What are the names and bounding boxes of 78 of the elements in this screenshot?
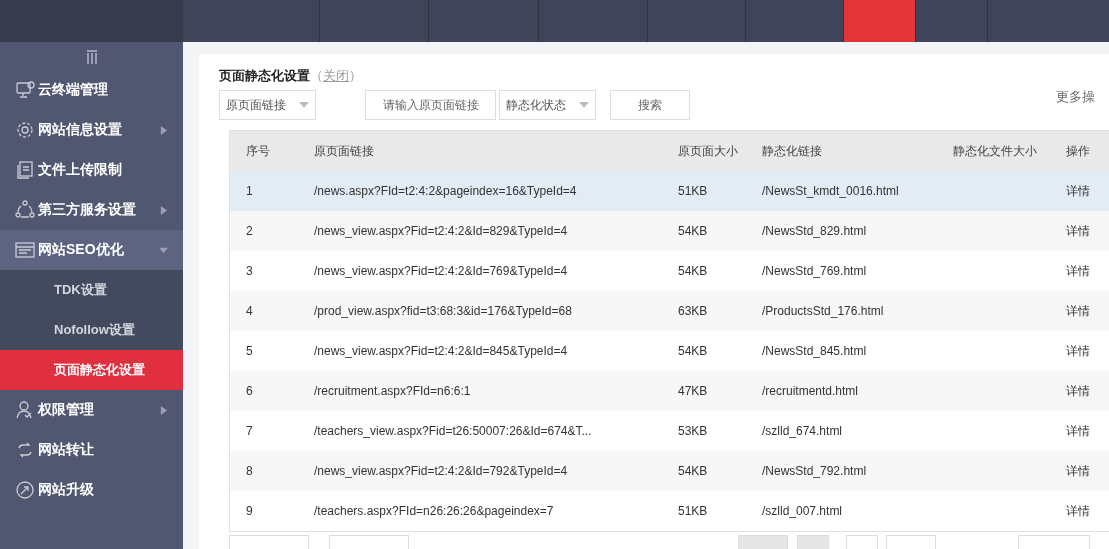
table-cell-text: /prod_view.aspx?fid=t3:68:3&id=176&TypeId=68 — [313, 304, 573, 318]
sidebar-subitem[interactable]: TDK设置 — [0, 270, 183, 310]
sidebar-item[interactable]: 文件上传限制 — [0, 150, 183, 190]
table-cell-text: /teachers.aspx?FId=n26:26:26&pageindex=7 — [313, 504, 555, 518]
table-cell-text: 54KB — [677, 344, 709, 358]
table-cell-text: /news_view.aspx?Fid=t2:4:2&Id=845&TypeId=4 — [313, 344, 569, 358]
details-link[interactable]: 详情 — [1050, 462, 1109, 480]
table-row[interactable]: 2 /news_view.aspx?Fid=t2:4:2&Id=829&TypeId=4 54KB /NewsStd_829.html 详情 — [230, 211, 1109, 251]
table-cell-text: 53KB — [677, 424, 709, 438]
details-link[interactable]: 详情 — [1050, 422, 1109, 440]
table-cell-text: 9 — [245, 504, 254, 518]
table-cell-text: 5 — [245, 344, 254, 358]
table-row[interactable]: 6 /recruitment.aspx?FId=n6:6:1 47KB /recruitmentd.html 详情 — [230, 371, 1109, 411]
table-cell-text: 8 — [245, 464, 254, 478]
table-cell-text: 63KB — [677, 304, 709, 318]
table-cell-text: /recruitment.aspx?FId=n6:6:1 — [313, 384, 472, 398]
details-link[interactable]: 详情 — [1050, 502, 1109, 520]
panel-title: 页面静态化设置 — [219, 67, 310, 85]
sidebar-item[interactable]: 权限管理 — [0, 390, 183, 430]
table-row[interactable]: 8 /news_view.aspx?Fid=t2:4:2&Id=792&TypeId=4 54KB /NewsStd_792.html 详情 — [230, 451, 1109, 491]
table-cell-text: /NewsStd_792.html — [761, 464, 868, 478]
table-cell-text: 51KB — [677, 504, 709, 518]
link-type-select[interactable]: 原页面链接 — [219, 90, 316, 120]
sidebar-item[interactable]: 云终端管理 — [0, 70, 183, 110]
column-header: 序号 — [245, 142, 271, 160]
table-cell-text: /news_view.aspx?Fid=t2:4:2&Id=792&TypeId=4 — [313, 464, 569, 478]
table-row[interactable]: 9 /teachers.aspx?FId=n26:26:26&pageindex=7 51KB /szlld_007.html 详情 — [230, 491, 1109, 531]
table-row[interactable]: 5 /news_view.aspx?Fid=t2:4:2&Id=845&TypeId=4 54KB /NewsStd_845.html 详情 — [230, 331, 1109, 371]
link-input-field[interactable]: 请输入原页面链接 — [365, 90, 496, 120]
table-cell-text: /NewsStd_769.html — [761, 264, 868, 278]
table-cell-text: 54KB — [677, 224, 709, 238]
table-cell-text: /szlld_007.html — [761, 504, 844, 518]
status-select[interactable]: 静态化状态 — [499, 90, 596, 120]
table-cell-text: /recruitmentd.html — [761, 384, 860, 398]
column-header: 原页面链接 — [313, 142, 375, 160]
search-button[interactable]: 搜索 — [610, 90, 690, 120]
table-cell-text: 54KB — [677, 464, 709, 478]
column-header: 原页面大小 — [677, 142, 739, 160]
sidebar-subitem[interactable]: Nofollow设置 — [0, 310, 183, 350]
table-cell-text: /szlld_674.html — [761, 424, 844, 438]
table-row[interactable]: 3 /news_view.aspx?Fid=t2:4:2&Id=769&TypeId=4 54KB /NewsStd_769.html 详情 — [230, 251, 1109, 291]
table-cell-text: 4 — [245, 304, 254, 318]
more-actions-link[interactable]: 更多操 — [1056, 88, 1095, 106]
table-row[interactable]: 4 /prod_view.aspx?fid=t3:68:3&id=176&TypeId=68 63KB /ProductsStd_176.html 详情 — [230, 291, 1109, 331]
table-cell-text: /NewsSt_kmdt_0016.html — [761, 184, 900, 198]
sidebar-item[interactable]: 网站转让 — [0, 430, 183, 470]
column-header: 操作 — [1065, 142, 1091, 160]
table-cell-text: 3 — [245, 264, 254, 278]
table-cell-text: /teachers_view.aspx?Fid=t26:50007:26&Id=674&T... — [313, 424, 593, 438]
table-cell-text: /NewsStd_829.html — [761, 224, 868, 238]
sidebar-item[interactable]: 网站升级 — [0, 470, 183, 510]
parenthesis: （ — [310, 67, 323, 85]
details-link[interactable]: 详情 — [1050, 382, 1109, 400]
table-cell-text: 47KB — [677, 384, 709, 398]
details-link[interactable]: 详情 — [1050, 182, 1109, 200]
details-link[interactable]: 详情 — [1050, 342, 1109, 360]
table-cell-text: /news_view.aspx?Fid=t2:4:2&Id=829&TypeId=4 — [313, 224, 569, 238]
table-cell-text: /news.aspx?FId=t2:4:2&pageindex=16&TypeId=4 — [313, 184, 578, 198]
table-cell-text: 54KB — [677, 264, 709, 278]
table-row[interactable]: 7 /teachers_view.aspx?Fid=t26:50007:26&Id=674&T... 53KB /szlld_674.html 详情 — [230, 411, 1109, 451]
table-cell-text: 6 — [245, 384, 254, 398]
table-cell-text: 51KB — [677, 184, 709, 198]
table-row[interactable]: 1 /news.aspx?FId=t2:4:2&pageindex=16&TypeId=4 51KB /NewsSt_kmdt_0016.html 详情 — [230, 171, 1109, 211]
table-cell-text: /NewsStd_845.html — [761, 344, 868, 358]
details-link[interactable]: 详情 — [1050, 222, 1109, 240]
table-cell-text: 7 — [245, 424, 254, 438]
details-link[interactable]: 详情 — [1050, 262, 1109, 280]
sidebar-item[interactable]: 第三方服务设置 — [0, 190, 183, 230]
sidebar-subitem[interactable]: 页面静态化设置 — [0, 350, 183, 390]
parenthesis: ） — [349, 67, 362, 85]
sidebar-item[interactable]: 网站信息设置 — [0, 110, 183, 150]
column-header: 静态化链接 — [761, 142, 823, 160]
table-cell-text: 1 — [245, 184, 254, 198]
table-cell-text: /ProductsStd_176.html — [761, 304, 885, 318]
table-cell-text: /news_view.aspx?Fid=t2:4:2&Id=769&TypeId=4 — [313, 264, 569, 278]
column-header: 静态化文件大小 — [952, 142, 1038, 160]
table-cell-text: 2 — [245, 224, 254, 238]
details-link[interactable]: 详情 — [1050, 302, 1109, 320]
